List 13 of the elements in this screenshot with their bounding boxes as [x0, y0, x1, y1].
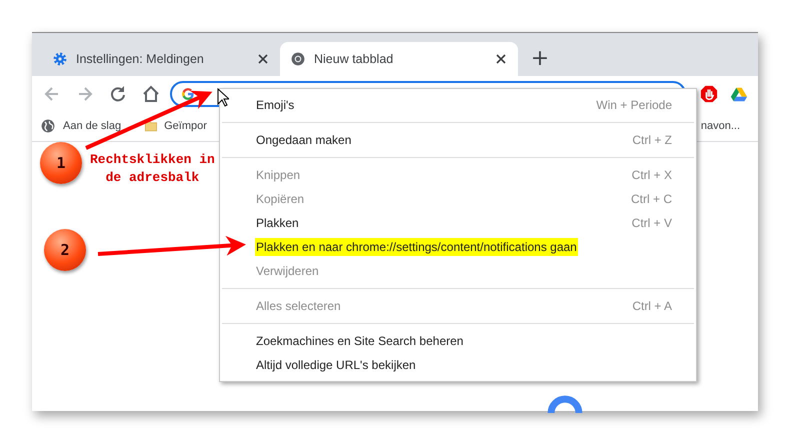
shortcut-text: Ctrl + X: [632, 168, 672, 182]
shortcut-text: Ctrl + A: [632, 299, 672, 313]
menu-item: Alles selecteren: [255, 298, 342, 315]
shortcut-text: Ctrl + V: [632, 216, 672, 230]
shortcut-text: Ctrl + C: [630, 192, 672, 206]
menu-item: Knippen: [255, 167, 302, 184]
shortcut-text: Ctrl + Z: [632, 133, 672, 147]
annotation-text: Rechtsklikken in de adresbalk: [90, 151, 215, 187]
shortcut-text: Win + Periode: [596, 98, 672, 112]
menu-item: Verwijderen: [255, 263, 320, 280]
tab-title: Instellingen: Meldingen: [76, 52, 205, 66]
menu-item: Kopiëren: [255, 191, 306, 208]
tab-title: Nieuw tabblad: [314, 52, 394, 66]
